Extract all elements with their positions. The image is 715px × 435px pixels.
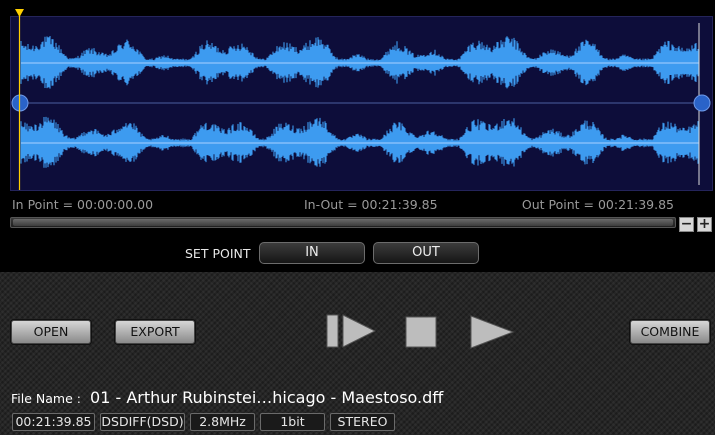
play-button[interactable]: [470, 315, 514, 349]
combine-button[interactable]: COMBINE: [630, 320, 710, 344]
transport-panel: OPEN EXPORT COMBINE File Name : 01 - Art…: [0, 272, 715, 435]
playhead-cursor[interactable]: [0, 0, 30, 192]
export-button[interactable]: EXPORT: [115, 320, 195, 344]
out-point-readout: Out Point = 00:21:39.85: [521, 197, 674, 212]
zoom-out-button[interactable]: −: [679, 217, 694, 232]
out-point-handle[interactable]: [693, 94, 711, 112]
play-from-start-button[interactable]: [326, 314, 376, 348]
format-badge: DSDIFF(DSD): [100, 413, 185, 431]
set-out-point-button[interactable]: OUT: [373, 242, 479, 264]
bit-depth-badge: 1bit: [260, 413, 325, 431]
set-point-label: SET POINT: [185, 246, 251, 261]
waveform-path: [20, 116, 700, 168]
open-button[interactable]: OPEN: [11, 320, 91, 344]
waveform-panel: In Point = 00:00:00.00 In-Out = 00:21:39…: [0, 0, 715, 272]
waveform-left-channel: [20, 36, 700, 89]
waveform-path: [20, 36, 700, 89]
file-name-row: File Name : 01 - Arthur Rubinstei…hicago…: [11, 388, 443, 407]
waveform-scrollbar[interactable]: [10, 217, 676, 228]
stop-icon: [405, 316, 437, 348]
channel-badge: STEREO: [330, 413, 395, 431]
set-in-point-button[interactable]: IN: [259, 242, 365, 264]
zoom-in-button[interactable]: +: [697, 217, 712, 232]
waveform-svg[interactable]: [11, 17, 712, 190]
play-icon: [470, 315, 514, 349]
file-name-value: 01 - Arthur Rubinstei…hicago - Maestoso.…: [90, 388, 444, 407]
sample-rate-badge: 2.8MHz: [190, 413, 255, 431]
waveform-display[interactable]: [10, 16, 713, 191]
waveform-right-channel: [20, 116, 700, 168]
scrollbar-thumb[interactable]: [13, 219, 673, 226]
in-out-duration-readout: In-Out = 00:21:39.85: [304, 197, 438, 212]
stop-button[interactable]: [405, 316, 437, 348]
file-name-label: File Name :: [11, 391, 81, 406]
in-point-readout: In Point = 00:00:00.00: [12, 197, 154, 212]
duration-badge: 00:21:39.85: [12, 413, 95, 431]
skip-to-start-play-icon: [326, 314, 376, 348]
